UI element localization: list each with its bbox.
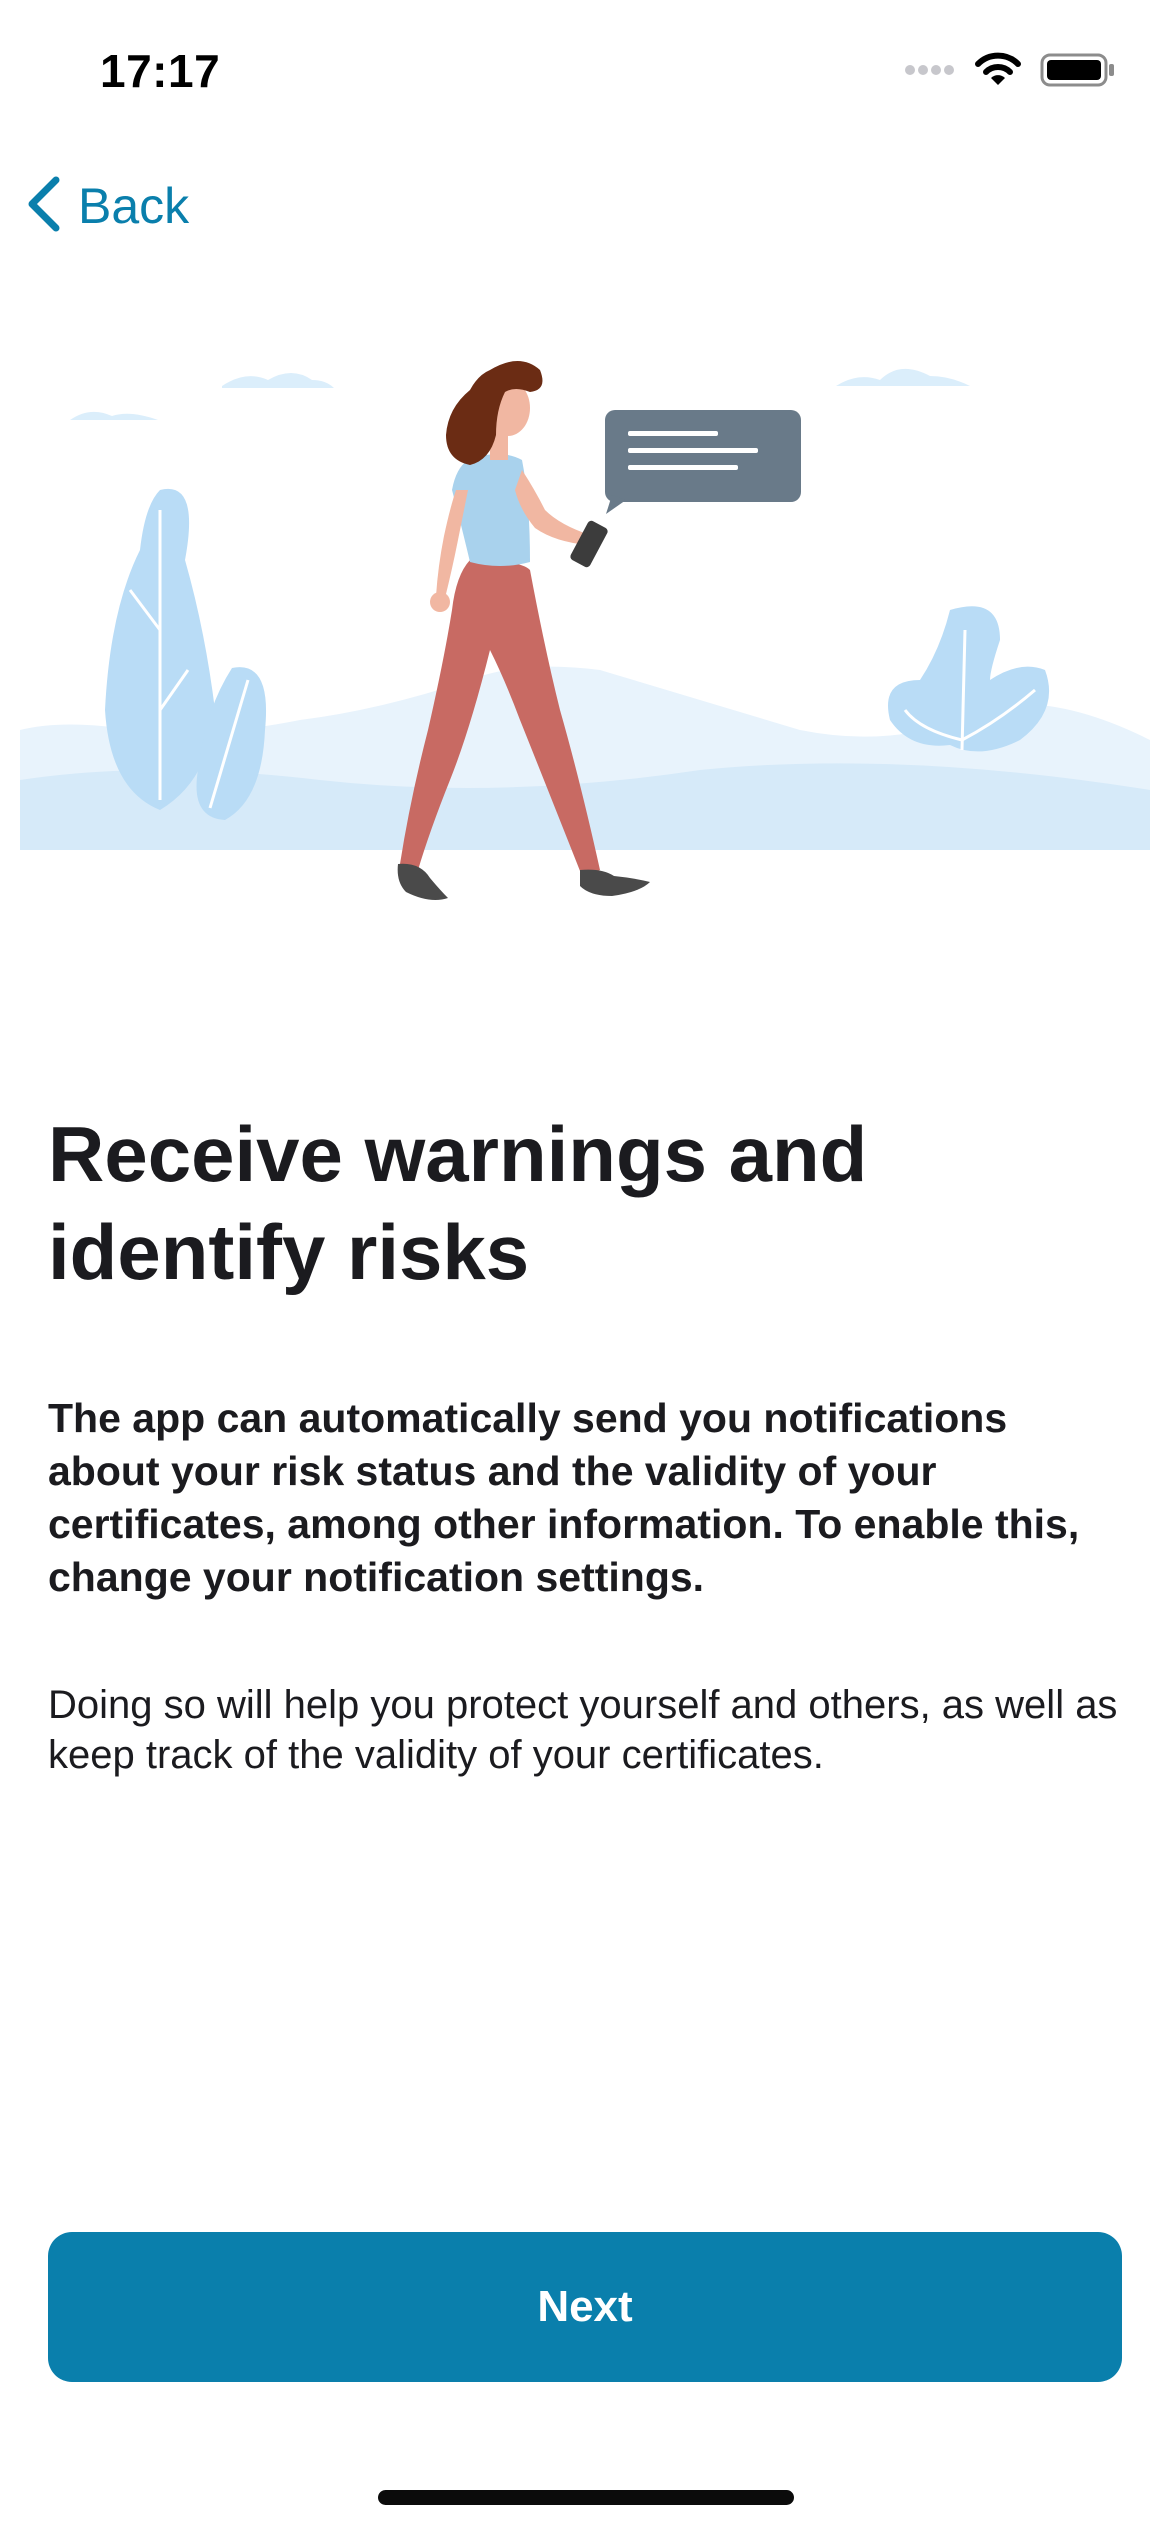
back-label: Back [78,178,190,234]
cellular-signal-icon [904,62,956,83]
home-indicator[interactable] [378,2490,794,2505]
wifi-icon [974,52,1022,93]
status-bar: 17:17 [0,0,1170,150]
status-icons [904,52,1116,93]
page-title: Receive warnings and identify risks [48,1110,868,1296]
lead-paragraph: The app can automatically send you notif… [48,1395,1080,1600]
chevron-left-icon [24,174,64,239]
hero-illustration [0,330,1170,930]
person-with-phone-illustration [20,361,1150,900]
next-button[interactable]: Next [48,2232,1122,2382]
body-paragraph: Doing so will help you protect yourself … [48,1683,1118,1777]
back-button[interactable]: Back [24,170,189,242]
battery-icon [1040,52,1116,93]
status-time: 17:17 [100,45,221,97]
